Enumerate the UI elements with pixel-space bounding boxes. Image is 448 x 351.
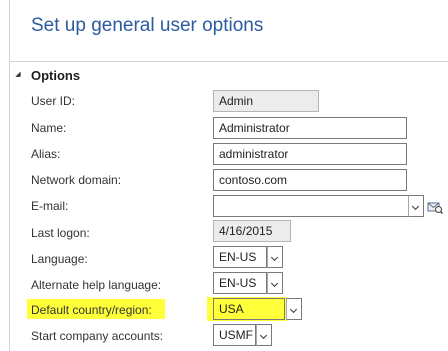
alternate-help-language-select[interactable]: EN-US — [213, 272, 267, 294]
alias-label: Alias: — [31, 147, 61, 161]
page-left-border — [9, 0, 10, 351]
alternate-help-language-dropdown-button[interactable] — [267, 272, 283, 294]
network-domain-label: Network domain: — [31, 173, 122, 187]
language-dropdown-button[interactable] — [267, 246, 283, 268]
user-id-label: User ID: — [31, 94, 76, 108]
email-dropdown-button[interactable] — [408, 195, 424, 217]
start-company-accounts-dropdown-button[interactable] — [256, 324, 272, 346]
user-id-field: Admin — [213, 90, 319, 112]
email-label: E-mail: — [31, 199, 69, 213]
default-country-region-select[interactable]: USA — [213, 298, 285, 320]
language-select[interactable]: EN-US — [213, 246, 267, 268]
last-logon-field: 4/16/2015 — [213, 220, 291, 242]
default-country-region-dropdown-button[interactable] — [286, 298, 302, 320]
email-field[interactable] — [213, 195, 409, 217]
start-company-accounts-label: Start company accounts: — [31, 329, 164, 343]
name-label: Name: — [31, 121, 67, 135]
network-domain-field[interactable]: contoso.com — [213, 169, 407, 191]
alternate-help-language-label: Alternate help language: — [31, 278, 162, 292]
last-logon-label: Last logon: — [31, 226, 90, 240]
alias-field[interactable]: administrator — [213, 143, 407, 165]
email-lookup-icon[interactable] — [427, 199, 443, 215]
default-country-region-label: Default country/region: — [31, 303, 152, 317]
language-label: Language: — [31, 252, 88, 266]
collapse-triangle-icon[interactable]: ◢ — [14, 71, 22, 79]
name-field[interactable]: Administrator — [213, 117, 407, 139]
start-company-accounts-select[interactable]: USMF — [213, 324, 256, 346]
section-title-options: Options — [31, 68, 81, 83]
section-divider — [9, 61, 448, 62]
page-title: Set up general user options — [31, 15, 264, 36]
